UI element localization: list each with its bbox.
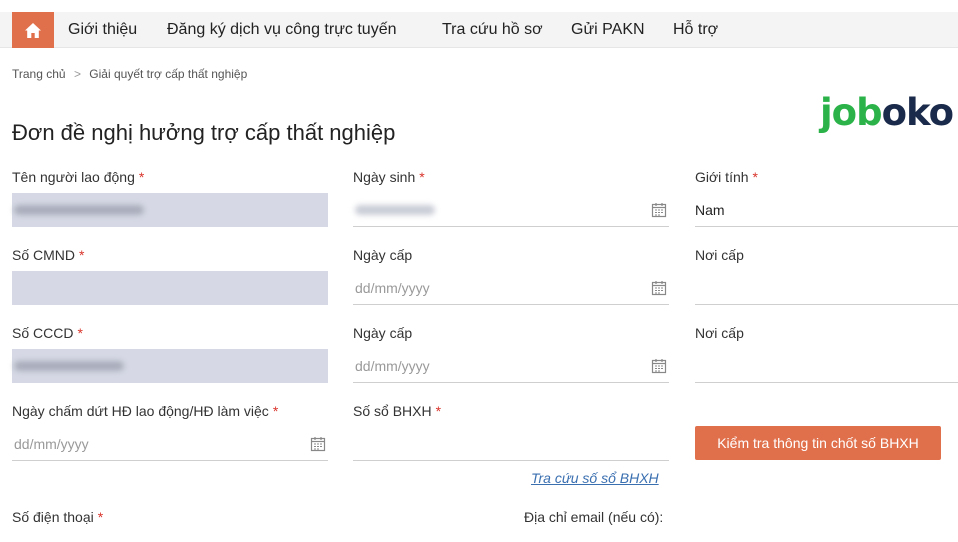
contract-end-date-input[interactable] [12, 427, 328, 460]
check-insurance-button[interactable]: Kiểm tra thông tin chốt số BHXH [695, 426, 941, 460]
cccd-issue-place-label-text: Nơi cấp [695, 325, 744, 341]
nav-item-tra-cuu-ho-so[interactable]: Tra cứu hồ sơ [442, 12, 543, 48]
cccd-issue-date-field[interactable] [353, 349, 669, 383]
contract-end-date-label-text: Ngày chấm dứt HĐ lao động/HĐ làm việc [12, 403, 269, 419]
calendar-icon[interactable] [651, 358, 667, 374]
cccd-issue-place-field[interactable] [695, 349, 958, 383]
blurred-birth-date-value [355, 205, 435, 215]
blurred-cccd-value [14, 361, 124, 371]
id-issue-place-label-text: Nơi cấp [695, 247, 744, 263]
social-insurance-number-label-text: Số sổ BHXH [353, 403, 432, 419]
phone-label: Số điện thoại * [12, 509, 103, 525]
calendar-icon[interactable] [651, 280, 667, 296]
top-navbar: Giới thiệu Đăng ký dịch vụ công trực tuy… [0, 12, 958, 48]
contract-end-date-field[interactable] [12, 427, 328, 461]
id-issue-date-field[interactable] [353, 271, 669, 305]
cccd-issue-place-label: Nơi cấp [695, 325, 744, 341]
id-number-label: Số CMND * [12, 247, 84, 263]
birth-date-label-text: Ngày sinh [353, 169, 416, 185]
id-issue-date-label: Ngày cấp [353, 247, 412, 263]
id-issue-date-input[interactable] [353, 271, 669, 304]
lookup-insurance-link[interactable]: Tra cứu số sổ BHXH [531, 470, 659, 486]
required-mark: * [79, 247, 85, 263]
social-insurance-number-label: Số sổ BHXH * [353, 403, 441, 419]
id-issue-date-label-text: Ngày cấp [353, 247, 413, 263]
blurred-name-value [14, 205, 144, 215]
calendar-icon[interactable] [310, 436, 326, 452]
email-label-text: Địa chỉ email (nếu có): [524, 509, 664, 525]
calendar-icon[interactable] [651, 202, 667, 218]
home-button[interactable] [12, 12, 54, 48]
gender-label-text: Giới tính [695, 169, 749, 185]
nav-item-ho-tro[interactable]: Hỗ trợ [673, 12, 718, 48]
required-mark: * [752, 169, 758, 185]
nav-item-gui-pakn[interactable]: Gửi PAKN [571, 12, 645, 48]
nav-item-dang-ky-dich-vu[interactable]: Đăng ký dịch vụ công trực tuyến [167, 12, 397, 48]
page-title: Đơn đề nghị hưởng trợ cấp thất nghiệp [12, 120, 396, 145]
email-label: Địa chỉ email (nếu có): [524, 509, 663, 525]
required-mark: * [77, 325, 83, 341]
cccd-issue-date-label-text: Ngày cấp [353, 325, 413, 341]
cccd-number-label-text: Số CCCD [12, 325, 74, 341]
required-mark: * [419, 169, 425, 185]
id-number-field[interactable] [12, 271, 328, 305]
birth-date-field[interactable] [353, 193, 669, 227]
id-number-label-text: Số CMND [12, 247, 76, 263]
cccd-issue-date-label: Ngày cấp [353, 325, 412, 341]
cccd-number-label: Số CCCD * [12, 325, 83, 341]
social-insurance-number-field[interactable] [353, 427, 669, 461]
id-issue-place-label: Nơi cấp [695, 247, 744, 263]
cccd-issue-date-input[interactable] [353, 349, 669, 382]
home-icon [25, 22, 41, 38]
breadcrumb-separator: > [73, 67, 81, 81]
required-mark: * [435, 403, 442, 419]
logo-part-oko: oko [881, 90, 954, 134]
birth-date-label: Ngày sinh * [353, 169, 425, 185]
worker-name-label: Tên người lao động * [12, 169, 144, 185]
contract-end-date-label: Ngày chấm dứt HĐ lao động/HĐ làm việc * [12, 403, 278, 419]
gender-select[interactable]: Nam [695, 193, 958, 227]
required-mark: * [97, 509, 104, 525]
gender-label: Giới tính * [695, 169, 758, 185]
breadcrumb: Trang chủ > Giải quyết trợ cấp thất nghi… [12, 67, 247, 81]
logo-part-job: job [820, 90, 883, 134]
breadcrumb-current: Giải quyết trợ cấp thất nghiệp [89, 67, 248, 81]
worker-name-label-text: Tên người lao động [12, 169, 135, 185]
gender-select-value: Nam [695, 202, 725, 218]
id-issue-place-field[interactable] [695, 271, 958, 305]
worker-name-field[interactable] [12, 193, 328, 227]
joboko-logo: job oko [820, 90, 954, 134]
required-mark: * [272, 403, 279, 419]
required-mark: * [138, 169, 145, 185]
cccd-number-field[interactable] [12, 349, 328, 383]
nav-item-gioi-thieu[interactable]: Giới thiệu [68, 12, 137, 48]
phone-label-text: Số điện thoại [12, 509, 94, 525]
social-insurance-number-input[interactable] [353, 427, 669, 460]
breadcrumb-home[interactable]: Trang chủ [12, 67, 66, 81]
